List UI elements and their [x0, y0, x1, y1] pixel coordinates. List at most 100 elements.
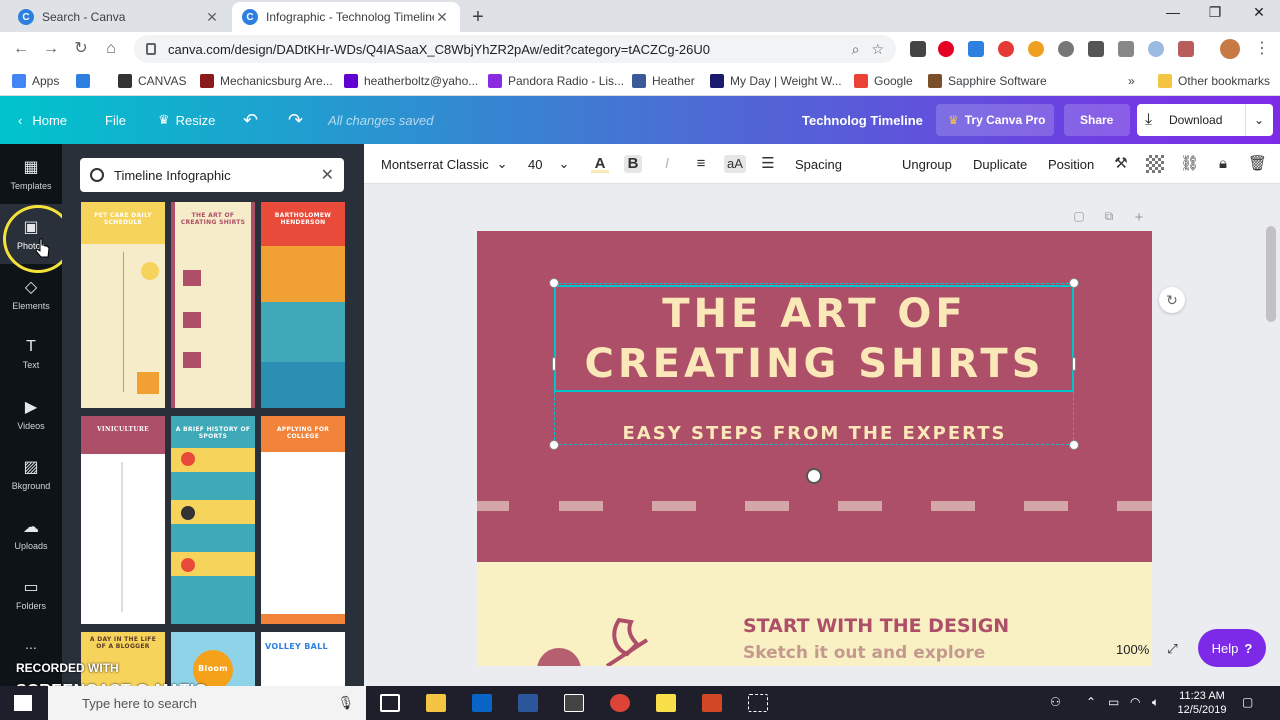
window-close-icon[interactable]: ✕: [1244, 4, 1274, 24]
duplicate-button[interactable]: Duplicate: [973, 144, 1027, 184]
windows-start-icon[interactable]: [14, 695, 32, 711]
trash-icon[interactable]: 🗑︎: [1248, 155, 1267, 173]
taskbar-clock[interactable]: 11:23 AM 12/5/2019: [1172, 689, 1232, 717]
bookmark-apps[interactable]: Apps: [12, 72, 59, 90]
resize-handle[interactable]: [1069, 278, 1079, 288]
notifications-icon[interactable]: ▢: [1242, 695, 1253, 709]
reload-icon[interactable]: ↻: [70, 38, 92, 60]
bookmark-heather[interactable]: Heather: [632, 72, 695, 90]
maximize-icon[interactable]: ❐: [1200, 4, 1230, 24]
template-search-input[interactable]: Timeline Infographic ✕: [80, 158, 344, 192]
powerpoint-icon[interactable]: [702, 694, 722, 712]
word-icon[interactable]: [518, 694, 538, 712]
refresh-icon[interactable]: ↻: [1159, 287, 1185, 313]
font-family-dropdown[interactable]: Montserrat Classic ⌄: [381, 144, 508, 184]
fullscreen-icon[interactable]: ⤢: [1167, 641, 1177, 657]
rail-text[interactable]: T Text: [0, 324, 62, 384]
pinterest-icon[interactable]: [938, 41, 954, 57]
bookmark-pandora[interactable]: Pandora Radio - Lis...: [488, 72, 624, 90]
file-explorer-icon[interactable]: [426, 694, 446, 712]
position-button[interactable]: Position: [1048, 144, 1094, 184]
undo-icon[interactable]: ↶: [243, 96, 258, 144]
chrome-icon[interactable]: [610, 694, 630, 712]
microphone-icon[interactable]: 🎙︎: [337, 695, 354, 711]
wifi-icon[interactable]: ◠: [1130, 695, 1140, 709]
rail-templates[interactable]: ▦ Templates: [0, 144, 62, 204]
design-name[interactable]: Technolog Timeline: [802, 96, 923, 144]
spacing-button[interactable]: Spacing: [795, 144, 842, 184]
share-button[interactable]: Share: [1064, 104, 1130, 136]
align-center-icon[interactable]: ≡: [692, 155, 710, 173]
more-icon[interactable]: ...: [0, 632, 62, 656]
bookmark-sapphire[interactable]: Sapphire Software: [928, 72, 1047, 90]
text-color-icon[interactable]: A: [591, 155, 609, 173]
calculator-icon[interactable]: [564, 694, 584, 712]
extension-o-icon[interactable]: [998, 41, 1014, 57]
forward-icon[interactable]: →: [40, 38, 62, 60]
zoom-control[interactable]: 100% ⤢: [1106, 636, 1196, 662]
step-subtitle[interactable]: Sketch it out and explore: [743, 643, 985, 663]
tray-chevron-up-icon[interactable]: ⌃: [1086, 695, 1096, 709]
task-view-icon[interactable]: [380, 694, 400, 712]
redo-icon[interactable]: ↷: [288, 96, 303, 144]
extension-d-icon[interactable]: [968, 41, 984, 57]
template-thumbnail[interactable]: VINICULTURE: [81, 416, 165, 624]
rail-background[interactable]: ▨ Bkground: [0, 444, 62, 504]
duplicate-page-icon[interactable]: ⧉: [1101, 209, 1117, 225]
bookmark-yahoo-mail[interactable]: heatherboltz@yaho...: [344, 72, 478, 90]
template-thumbnail[interactable]: THE ART OF CREATING SHIRTS: [171, 202, 255, 408]
back-icon[interactable]: ←: [10, 38, 32, 60]
template-thumbnail[interactable]: PET CARE DAILY SCHEDULE: [81, 202, 165, 408]
download-button[interactable]: ⤓ Download ⌄: [1137, 104, 1273, 136]
rail-folders[interactable]: ▭ Folders: [0, 564, 62, 624]
skype-icon[interactable]: [1058, 41, 1074, 57]
resize-button[interactable]: ♛ Resize: [158, 96, 215, 144]
close-icon[interactable]: ✕: [434, 9, 450, 26]
pdf-icon[interactable]: [1178, 41, 1194, 57]
rail-uploads[interactable]: ☁ Uploads: [0, 504, 62, 564]
template-thumbnail[interactable]: A BRIEF HISTORY OF SPORTS: [171, 416, 255, 624]
kebab-menu-icon[interactable]: ⋮: [1254, 38, 1270, 58]
add-page-icon[interactable]: +: [1131, 209, 1147, 226]
minimize-icon[interactable]: —: [1158, 4, 1188, 24]
tab-infographic[interactable]: C Infographic - Technolog Timeline ✕: [232, 2, 460, 32]
step-title[interactable]: START WITH THE DESIGN: [743, 615, 1009, 637]
check-icon[interactable]: [1118, 41, 1134, 57]
lock-icon[interactable]: 🔒︎: [1214, 155, 1232, 173]
bookmark-weight-watchers[interactable]: My Day | Weight W...: [710, 72, 842, 90]
tab-search-canva[interactable]: C Search - Canva ✕: [8, 2, 230, 32]
taskbar-search-input[interactable]: Type here to search 🎙︎: [48, 686, 366, 720]
bookmark-google[interactable]: Google: [854, 72, 913, 90]
home-icon[interactable]: ⌂: [100, 38, 122, 60]
battery-icon[interactable]: ▭: [1108, 695, 1119, 709]
new-tab-icon[interactable]: +: [468, 6, 488, 29]
bookmark-star-icon[interactable]: ☆: [871, 41, 884, 58]
clear-search-icon[interactable]: ✕: [321, 165, 334, 185]
resize-handle[interactable]: [549, 278, 559, 288]
people-icon[interactable]: ⚇: [1050, 695, 1061, 709]
template-thumbnail[interactable]: A DAY IN THE LIFE OF A BLOGGER: [81, 632, 165, 686]
chevron-down-icon[interactable]: ⌄: [1245, 104, 1264, 136]
try-canva-pro-button[interactable]: ♛ Try Canva Pro: [936, 104, 1054, 136]
address-bar[interactable]: canva.com/design/DADtKHr-WDs/Q4IASaaX_C8…: [134, 35, 896, 63]
transparency-icon[interactable]: [1146, 155, 1164, 173]
extension-icon[interactable]: [1028, 41, 1044, 57]
bold-icon[interactable]: B: [624, 155, 642, 173]
link-icon[interactable]: ⛓: [1180, 155, 1199, 173]
profile-avatar[interactable]: [1220, 39, 1240, 59]
paint-roller-icon[interactable]: ⚒: [1112, 155, 1130, 173]
home-button[interactable]: ‹ Home: [18, 96, 67, 144]
side-resize-handle[interactable]: [1072, 357, 1076, 371]
template-thumbnail[interactable]: VOLLEY BALL: [261, 632, 345, 686]
file-menu[interactable]: File: [105, 96, 126, 144]
zoom-icon[interactable]: ⌕: [852, 41, 860, 58]
italic-icon[interactable]: I: [658, 155, 676, 173]
extension-pin-icon[interactable]: [910, 41, 926, 57]
help-button[interactable]: Help?: [1198, 629, 1266, 667]
page-note-icon[interactable]: ▢: [1071, 209, 1087, 225]
close-icon[interactable]: ✕: [204, 9, 220, 26]
bookmark-mechanicsburg[interactable]: Mechanicsburg Are...: [200, 72, 333, 90]
rail-videos[interactable]: ▶ Videos: [0, 384, 62, 444]
rail-elements[interactable]: ◇ Elements: [0, 264, 62, 324]
ungroup-button[interactable]: Ungroup: [902, 144, 952, 184]
